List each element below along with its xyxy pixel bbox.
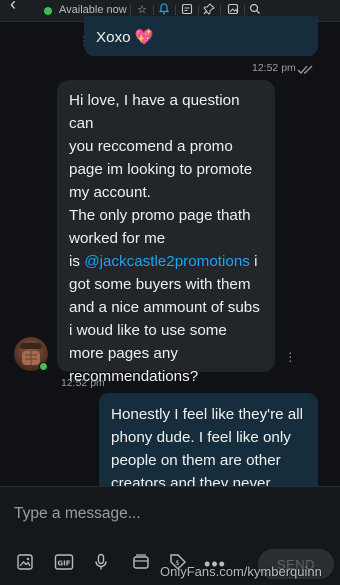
- note-icon[interactable]: [180, 3, 194, 17]
- outgoing-message-bubble: Honestly I feel like they're all phony d…: [99, 393, 318, 486]
- message-line: got some buyers with them: [69, 276, 251, 293]
- header-divider: [130, 5, 131, 15]
- message-line: phony dude. I feel like only: [111, 429, 291, 446]
- header-divider: [244, 5, 245, 15]
- read-receipt-icon: [297, 62, 315, 80]
- message-time: 12:52 pm: [252, 62, 296, 74]
- mention-link[interactable]: @jackcastle2promotions: [84, 253, 250, 270]
- message-line: you reccomend a promo: [69, 138, 233, 155]
- message-line: is @jackcastle2promotions i: [69, 250, 263, 273]
- message-line: and a nice ammount of subs: [69, 299, 260, 316]
- header-divider: [220, 5, 221, 15]
- header-divider: [198, 5, 199, 15]
- header-divider: [175, 5, 176, 15]
- message-line: people on them are other: [111, 452, 281, 469]
- message-time: 12:52 pm: [61, 377, 105, 389]
- message-line: worked for me: [69, 230, 166, 247]
- outgoing-message-bubble: Xoxo 💖: [84, 16, 318, 56]
- vault-icon[interactable]: [130, 553, 152, 575]
- incoming-message-bubble: Hi love, I have a question can you recco…: [57, 80, 275, 385]
- message-text: is: [69, 253, 85, 270]
- pin-icon[interactable]: [202, 3, 216, 17]
- message-line: page im looking to promote: [69, 161, 253, 178]
- gallery-icon[interactable]: [226, 3, 240, 17]
- message-line: Honestly I feel like they're all: [111, 406, 303, 423]
- microphone-icon[interactable]: [90, 553, 112, 575]
- bell-icon[interactable]: [157, 3, 171, 17]
- message-line: creators and they never: [111, 475, 271, 486]
- star-icon[interactable]: ☆: [135, 3, 149, 17]
- message-input[interactable]: [14, 503, 294, 525]
- online-status-icon: [39, 362, 48, 371]
- back-arrow-icon[interactable]: ‹: [10, 0, 16, 15]
- message-line: i woud like to use some: [69, 322, 227, 339]
- message-line: my account.: [69, 184, 151, 201]
- message-line: Hi love, I have a question can: [69, 92, 240, 132]
- header-divider: [153, 5, 154, 15]
- availability-status: Available now: [59, 4, 127, 16]
- message-text: Xoxo 💖: [96, 29, 154, 46]
- search-icon[interactable]: [248, 3, 262, 17]
- online-status-icon: [44, 7, 52, 15]
- image-icon[interactable]: [14, 553, 36, 575]
- svg-text:GIF: GIF: [57, 560, 70, 568]
- message-text: i: [249, 253, 258, 270]
- message-line: The only promo page thath: [69, 207, 251, 224]
- gif-icon[interactable]: GIF: [53, 553, 75, 575]
- message-line: more pages any: [69, 345, 178, 362]
- watermark: OnlyFans.com/kymberquinn: [160, 564, 322, 579]
- message-options-icon[interactable]: ···: [288, 345, 293, 367]
